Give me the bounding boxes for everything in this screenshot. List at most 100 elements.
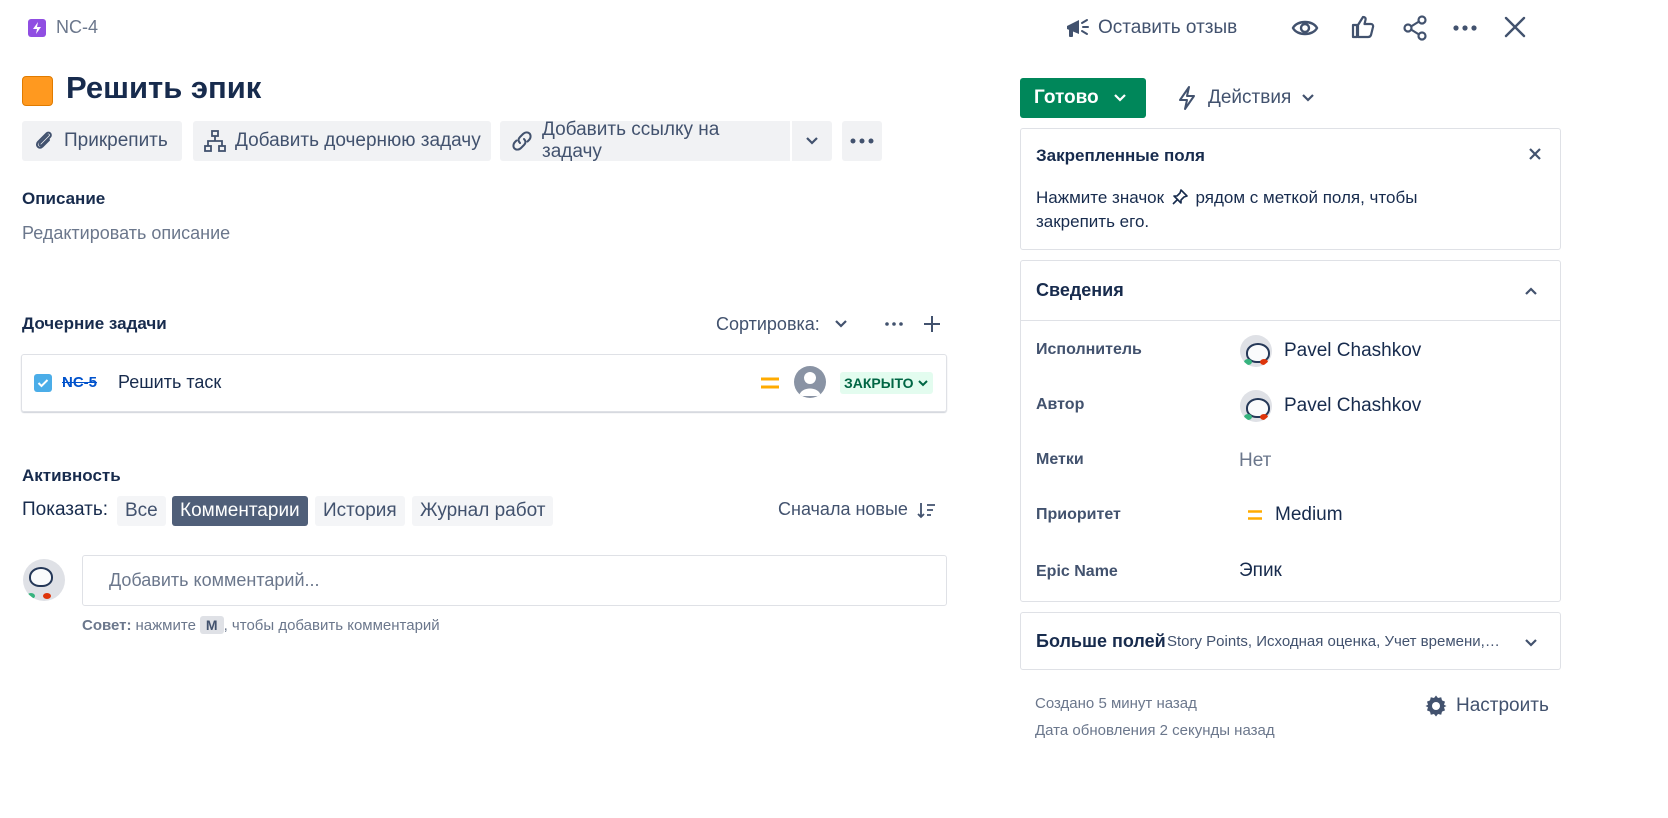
gear-icon [1424, 694, 1448, 718]
tab-all[interactable]: Все [117, 496, 166, 526]
child-issues-more-icon[interactable] [884, 316, 904, 332]
chevron-down-icon [1524, 638, 1538, 648]
current-user-avatar [23, 559, 65, 601]
tip-bold: Совет: [82, 616, 132, 634]
issue-title[interactable]: Решить эпик [66, 70, 261, 106]
reporter-name: Pavel Chashkov [1284, 395, 1422, 416]
assignee-value[interactable]: Pavel Chashkov [1240, 335, 1421, 367]
activity-sort-label: Сначала новые [778, 499, 908, 519]
priority-medium-icon [1247, 508, 1263, 522]
issue-breadcrumb[interactable]: NC-4 [28, 17, 98, 38]
issue-type-color[interactable] [22, 76, 53, 106]
description-placeholder[interactable]: Редактировать описание [22, 223, 230, 244]
sort-dropdown[interactable]: Сортировка: [716, 312, 848, 336]
chevron-down-icon [1113, 93, 1127, 103]
more-icon [850, 137, 874, 145]
comment-input[interactable]: Добавить комментарий... [82, 555, 947, 606]
reporter-value[interactable]: Pavel Chashkov [1240, 390, 1421, 422]
link-dropdown-button[interactable] [792, 121, 832, 161]
labels-label: Метки [1036, 451, 1084, 468]
child-issues-heading: Дочерние задачи [22, 314, 167, 333]
child-issue-row[interactable]: NC-5 Решить таск ЗАКРЫТО [21, 354, 947, 412]
add-issue-link-button[interactable]: Добавить ссылку на задачу [500, 119, 790, 162]
comment-tip: Совет: нажмите M, чтобы добавить коммент… [82, 616, 440, 634]
unassigned-avatar[interactable] [794, 366, 826, 398]
pinned-fields-title: Закрепленные поля [1036, 146, 1205, 165]
avatar [1240, 335, 1272, 367]
tab-worklog[interactable]: Журнал работ [412, 496, 554, 526]
feedback-label: Оставить отзыв [1098, 17, 1238, 38]
eye-icon[interactable] [1291, 14, 1319, 42]
activity-show-label: Показать: [22, 499, 109, 520]
lightning-icon [1176, 85, 1198, 111]
chevron-down-icon [917, 378, 929, 388]
comment-placeholder: Добавить комментарий... [109, 570, 320, 590]
megaphone-icon [1064, 16, 1090, 40]
status-button[interactable]: Готово [1020, 78, 1146, 118]
hierarchy-icon [203, 129, 227, 153]
avatar [1240, 390, 1272, 422]
pinned-text-2: рядом с меткой поля, чтобы [1195, 188, 1418, 207]
tip-text-2: , чтобы добавить комментарий [223, 616, 440, 634]
assignee-label: Исполнитель [1036, 341, 1142, 358]
add-child-icon[interactable] [922, 314, 942, 334]
priority-name: Medium [1275, 504, 1343, 525]
sort-label: Сортировка: [716, 313, 820, 334]
reporter-label: Автор [1036, 396, 1085, 413]
assignee-name: Pavel Chashkov [1284, 340, 1422, 361]
epic-icon [28, 18, 46, 37]
add-child-label: Добавить дочернюю задачу [235, 130, 481, 151]
chevron-down-icon [1301, 93, 1315, 103]
details-title: Сведения [1036, 280, 1124, 300]
close-icon[interactable] [1528, 147, 1542, 161]
status-label: Готово [1034, 87, 1099, 108]
link-icon [510, 129, 534, 153]
priority-label: Приоритет [1036, 506, 1121, 523]
activity-heading: Активность [22, 466, 121, 485]
feedback-button[interactable]: Оставить отзыв [1064, 14, 1237, 42]
description-heading: Описание [22, 189, 106, 208]
paperclip-icon [32, 129, 56, 153]
child-status-lozenge[interactable]: ЗАКРЫТО [840, 372, 933, 394]
attach-label: Прикрепить [64, 130, 168, 151]
pinned-fields-panel: Закрепленные поля Нажмите значок рядом с… [1020, 128, 1561, 250]
details-panel: Сведения Исполнитель Pavel Chashkov Авто… [1020, 260, 1561, 602]
priority-medium-icon [760, 375, 780, 391]
pinned-text-3: закрепить его. [1036, 212, 1150, 231]
child-issue-summary[interactable]: Решить таск [118, 372, 221, 393]
chevron-up-icon [1524, 286, 1538, 296]
more-icon[interactable] [1451, 14, 1479, 42]
epic-name-value[interactable]: Эпик [1239, 560, 1282, 582]
share-icon[interactable] [1401, 14, 1429, 42]
details-header[interactable]: Сведения [1021, 261, 1560, 321]
toolbar-more-button[interactable] [842, 121, 882, 161]
more-fields-title: Больше полей [1036, 631, 1166, 651]
pinned-fields-text: Нажмите значок рядом с меткой поля, чтоб… [1036, 186, 1536, 234]
sort-descending-icon [916, 501, 936, 519]
epic-name-label: Epic Name [1036, 563, 1118, 580]
issue-key: NC-4 [56, 17, 99, 37]
close-icon[interactable] [1502, 14, 1528, 40]
child-issue-key[interactable]: NC-5 [62, 374, 97, 391]
pinned-text-1: Нажмите значок [1036, 188, 1165, 207]
configure-label: Настроить [1456, 695, 1549, 716]
more-fields-panel[interactable]: Больше полей Story Points, Исходная оцен… [1020, 612, 1561, 670]
child-status-label: ЗАКРЫТО [844, 375, 914, 391]
add-child-issue-button[interactable]: Добавить дочернюю задачу [193, 121, 491, 161]
tip-text-1: нажмите [135, 616, 196, 634]
add-link-label: Добавить ссылку на задачу [542, 119, 720, 162]
chevron-down-icon [834, 319, 848, 329]
labels-value[interactable]: Нет [1239, 450, 1271, 472]
attach-button[interactable]: Прикрепить [22, 121, 182, 161]
updated-timestamp: Дата обновления 2 секунды назад [1035, 722, 1275, 739]
task-checkbox-icon [34, 374, 52, 392]
tab-comments[interactable]: Комментарии [172, 496, 308, 526]
tab-history[interactable]: История [315, 496, 405, 526]
actions-button[interactable]: Действия [1168, 78, 1315, 118]
thumbs-up-icon[interactable] [1350, 14, 1376, 40]
priority-value[interactable]: Medium [1247, 504, 1343, 526]
activity-sort-button[interactable]: Сначала новые [778, 499, 936, 520]
pin-icon [1171, 188, 1189, 206]
created-timestamp: Создано 5 минут назад [1035, 695, 1197, 712]
configure-button[interactable]: Настроить [1424, 694, 1549, 718]
